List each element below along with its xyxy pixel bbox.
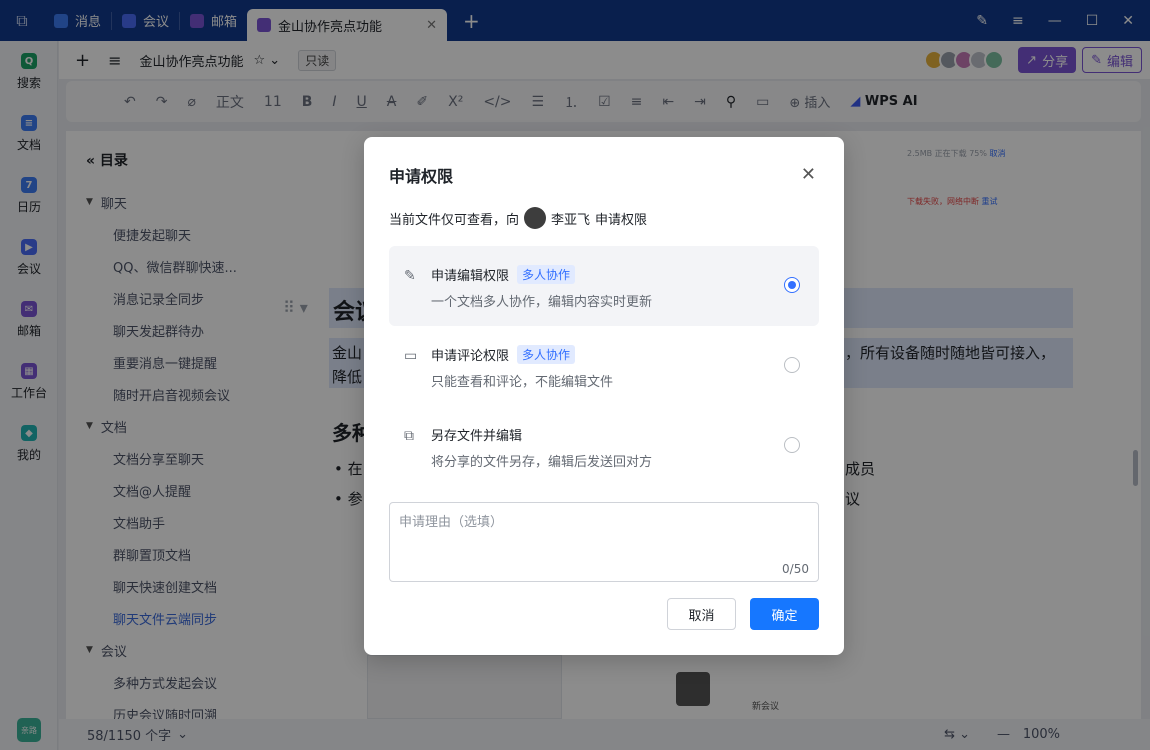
option-title: 申请编辑权限 多人协作 bbox=[431, 265, 576, 284]
desc-prefix: 当前文件仅可查看，向 bbox=[389, 212, 520, 228]
confirm-button[interactable]: 确定 bbox=[750, 598, 819, 630]
reason-input[interactable] bbox=[389, 502, 819, 582]
desc-suffix: 申请权限 bbox=[595, 212, 648, 228]
radio-unselected[interactable] bbox=[784, 437, 800, 453]
avatar bbox=[524, 207, 547, 229]
radio-unselected[interactable] bbox=[784, 357, 800, 373]
char-counter: 0/50 bbox=[782, 562, 809, 576]
collab-tag: 多人协作 bbox=[517, 345, 576, 364]
option-title: 申请评论权限 多人协作 bbox=[431, 345, 576, 364]
option-save-copy[interactable]: ⧉ 另存文件并编辑 将分享的文件另存，编辑后发送回对方 bbox=[389, 406, 819, 486]
option-title: 另存文件并编辑 bbox=[431, 425, 522, 444]
dialog-description: 当前文件仅可查看，向 李亚飞 申请权限 bbox=[389, 207, 647, 229]
option-title-text: 申请编辑权限 bbox=[431, 269, 510, 284]
dialog-title: 申请权限 bbox=[389, 167, 454, 186]
comment-icon: ▭ bbox=[404, 348, 418, 364]
cancel-button[interactable]: 取消 bbox=[667, 598, 736, 630]
pencil-icon: ✎ bbox=[404, 268, 416, 284]
option-subtitle: 将分享的文件另存，编辑后发送回对方 bbox=[431, 455, 653, 470]
save-copy-icon: ⧉ bbox=[404, 428, 414, 444]
owner-name: 李亚飞 bbox=[551, 212, 591, 228]
option-subtitle: 一个文档多人协作，编辑内容实时更新 bbox=[431, 295, 653, 310]
request-permission-dialog: 申请权限 ✕ 当前文件仅可查看，向 李亚飞 申请权限 ✎ 申请编辑权限 多人协作… bbox=[364, 137, 844, 655]
radio-selected[interactable] bbox=[784, 277, 800, 293]
option-edit-permission[interactable]: ✎ 申请编辑权限 多人协作 一个文档多人协作，编辑内容实时更新 bbox=[389, 246, 819, 326]
close-icon[interactable]: ✕ bbox=[801, 164, 816, 185]
collab-tag: 多人协作 bbox=[517, 265, 576, 284]
option-comment-permission[interactable]: ▭ 申请评论权限 多人协作 只能查看和评论，不能编辑文件 bbox=[389, 326, 819, 406]
option-title-text: 另存文件并编辑 bbox=[431, 429, 523, 444]
option-title-text: 申请评论权限 bbox=[431, 349, 510, 364]
option-subtitle: 只能查看和评论，不能编辑文件 bbox=[431, 375, 614, 390]
